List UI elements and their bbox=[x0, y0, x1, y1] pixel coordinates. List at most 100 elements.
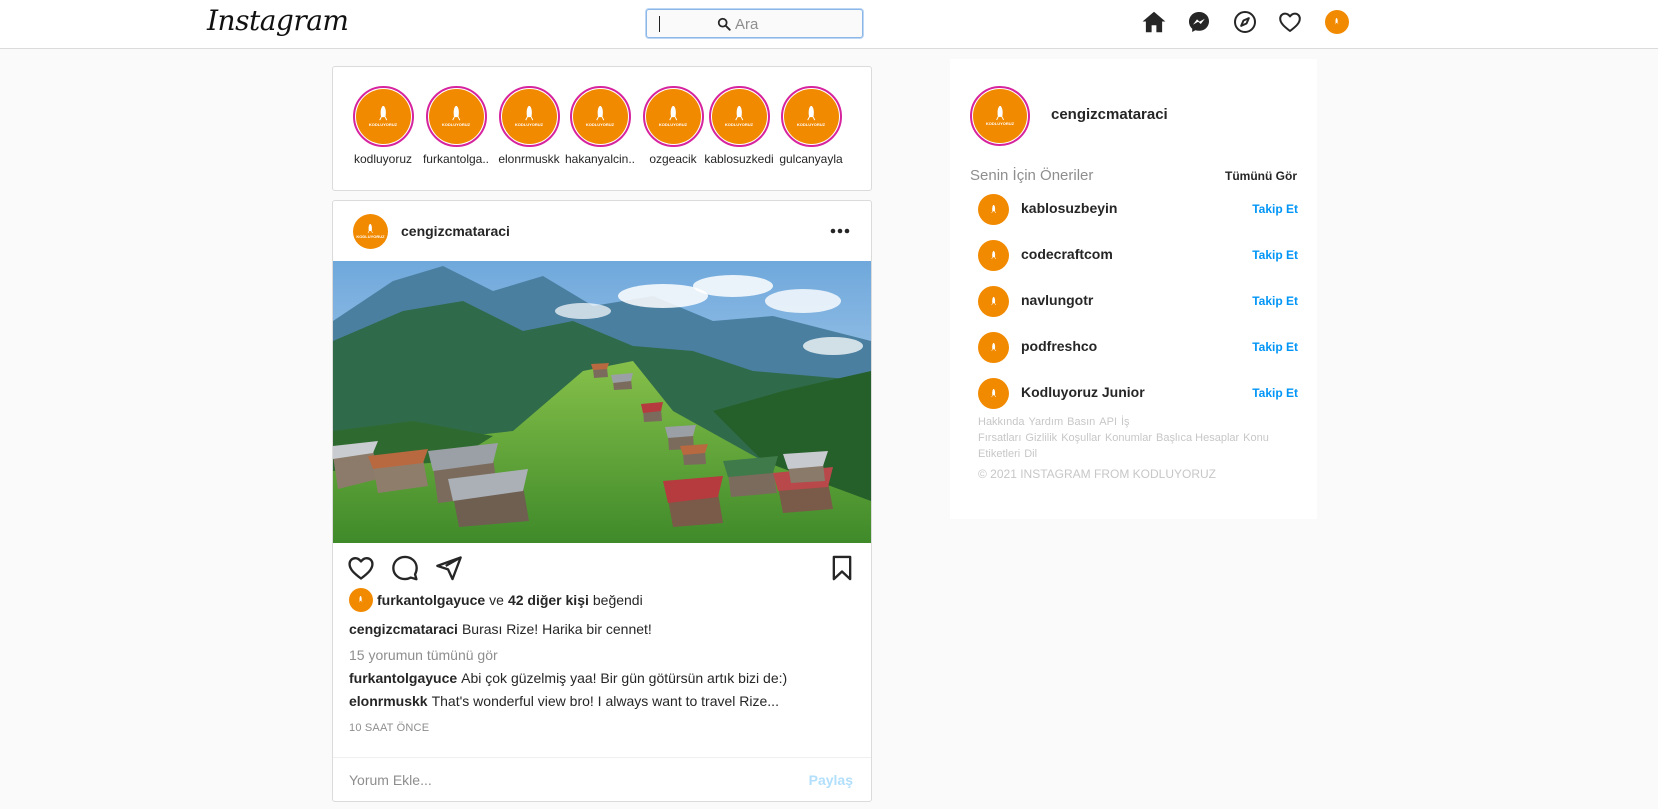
story-avatar: KODLUYORUZ bbox=[645, 89, 701, 144]
suggestion-username[interactable]: navlungotr bbox=[1021, 292, 1093, 308]
instagram-logo[interactable]: Instagram bbox=[207, 4, 349, 37]
see-all-suggestions-link[interactable]: Tümünü Gör bbox=[1225, 169, 1297, 183]
footer-link[interactable]: Dil bbox=[1024, 448, 1037, 460]
profile-avatar-icon[interactable] bbox=[1323, 8, 1351, 36]
avatar-brand-text: KODLUYORUZ bbox=[441, 121, 471, 127]
story-username: furkantolga.. bbox=[422, 152, 490, 166]
suggestion-row: Kodluyoruz Junior Takip Et bbox=[978, 378, 1298, 410]
story-username: kablosuzkedi bbox=[704, 152, 774, 166]
follow-button[interactable]: Takip Et bbox=[1252, 294, 1298, 308]
more-options-icon[interactable] bbox=[828, 221, 852, 241]
story-ring: KODLUYORUZ bbox=[352, 86, 414, 147]
caption-username[interactable]: cengizcmataraci bbox=[349, 621, 458, 637]
footer-link[interactable]: Basın bbox=[1067, 416, 1095, 428]
bookmark-icon[interactable] bbox=[828, 554, 856, 582]
avatar bbox=[1325, 10, 1349, 34]
footer-link[interactable]: Konumlar bbox=[1105, 432, 1152, 444]
text-cursor bbox=[659, 16, 660, 32]
story-ring: KODLUYORUZ bbox=[642, 86, 704, 147]
comment-text: Abi çok güzelmiş yaa! Bir gün götürsün a… bbox=[461, 670, 788, 686]
liker-username[interactable]: furkantolgayuce bbox=[377, 592, 485, 608]
story-item[interactable]: KODLUYORUZ hakanyalcin.. bbox=[560, 86, 640, 166]
footer-link[interactable]: Gizlilik bbox=[1025, 432, 1057, 444]
current-user-username[interactable]: cengizcmataraci bbox=[1051, 106, 1168, 123]
share-comment-button[interactable]: Paylaş bbox=[809, 772, 853, 788]
avatar-brand-text: KODLUYORUZ bbox=[724, 121, 754, 127]
footer-link[interactable]: Başlıca Hesaplar bbox=[1156, 432, 1239, 444]
story-item[interactable]: KODLUYORUZ kodluyoruz bbox=[343, 86, 423, 166]
comment-item: elonrmuskk That's wonderful view bro! I a… bbox=[349, 693, 779, 709]
suggestion-row: codecraftcom Takip Et bbox=[978, 240, 1298, 272]
post-photo[interactable] bbox=[333, 261, 871, 543]
post-author-username[interactable]: cengizcmataraci bbox=[401, 223, 510, 239]
likes-conjunction: ve bbox=[489, 592, 504, 608]
footer-link[interactable]: API bbox=[1099, 416, 1117, 428]
story-avatar: KODLUYORUZ bbox=[572, 89, 628, 144]
story-ring: KODLUYORUZ bbox=[708, 86, 770, 147]
messenger-icon[interactable] bbox=[1185, 8, 1213, 36]
story-ring: KODLUYORUZ bbox=[569, 86, 631, 147]
post-header: KODLUYORUZ cengizcmataraci bbox=[333, 201, 871, 261]
suggestion-username[interactable]: kablosuzbeyin bbox=[1021, 200, 1117, 216]
story-avatar: KODLUYORUZ bbox=[355, 89, 411, 144]
footer-link[interactable]: Hakkında bbox=[978, 416, 1024, 428]
home-icon[interactable] bbox=[1140, 8, 1168, 36]
story-username: elonrmuskk bbox=[498, 152, 560, 166]
avatar-brand-text: KODLUYORUZ bbox=[356, 233, 385, 239]
comment-icon[interactable] bbox=[391, 554, 419, 582]
suggestion-avatar[interactable] bbox=[978, 332, 1009, 363]
follow-button[interactable]: Takip Et bbox=[1252, 202, 1298, 216]
like-heart-icon[interactable] bbox=[347, 554, 375, 582]
current-user-avatar[interactable]: KODLUYORUZ bbox=[970, 86, 1030, 146]
copyright-text: © 2021 INSTAGRAM FROM KODLUYORUZ bbox=[978, 467, 1216, 481]
view-all-comments-link[interactable]: 15 yorumun tümünü gör bbox=[349, 647, 498, 663]
suggestion-username[interactable]: Kodluyoruz Junior bbox=[1021, 384, 1145, 400]
comment-input[interactable] bbox=[349, 770, 769, 790]
story-item[interactable]: KODLUYORUZ elonrmuskk bbox=[489, 86, 569, 166]
send-icon[interactable] bbox=[435, 554, 463, 582]
footer-links: Hakkında Yardım Basın API İş Fırsatları Gizli… bbox=[978, 414, 1288, 462]
story-ring: KODLUYORUZ bbox=[780, 86, 842, 147]
post-caption: cengizcmataraci Burası Rize! Harika bir c… bbox=[349, 621, 652, 637]
footer-link[interactable]: Yardım bbox=[1028, 416, 1063, 428]
story-item[interactable]: KODLUYORUZ furkantolga.. bbox=[416, 86, 496, 166]
search-input[interactable] bbox=[735, 14, 845, 34]
suggestion-username[interactable]: podfreshco bbox=[1021, 338, 1097, 354]
caption-text: Burası Rize! Harika bir cennet! bbox=[461, 621, 652, 637]
suggestion-username[interactable]: codecraftcom bbox=[1021, 246, 1113, 262]
follow-button[interactable]: Takip Et bbox=[1252, 340, 1298, 354]
post-actions bbox=[333, 551, 871, 587]
post-timestamp: 10 SAAT ÖNCE bbox=[349, 722, 430, 734]
explore-icon[interactable] bbox=[1231, 8, 1259, 36]
avatar-brand-text: KODLUYORUZ bbox=[796, 121, 826, 127]
story-ring: KODLUYORUZ bbox=[425, 86, 487, 147]
search-box[interactable] bbox=[646, 9, 863, 38]
comment-username[interactable]: elonrmuskk bbox=[349, 693, 428, 709]
liker-avatar[interactable] bbox=[349, 588, 373, 612]
suggestion-avatar[interactable] bbox=[978, 378, 1009, 409]
story-username: gulcanyayla bbox=[779, 152, 843, 166]
right-sidebar: KODLUYORUZ cengizcmataraci Senin İçin Ön… bbox=[950, 59, 1317, 519]
story-item[interactable]: KODLUYORUZ gulcanyayla bbox=[771, 86, 851, 166]
suggestions-title: Senin İçin Öneriler bbox=[970, 167, 1094, 184]
avatar-brand-text: KODLUYORUZ bbox=[585, 121, 615, 127]
heart-icon[interactable] bbox=[1276, 8, 1304, 36]
follow-button[interactable]: Takip Et bbox=[1252, 248, 1298, 262]
footer-link[interactable]: Koşullar bbox=[1061, 432, 1101, 444]
suggestion-avatar[interactable] bbox=[978, 194, 1009, 225]
comment-text: That's wonderful view bro! I always want… bbox=[431, 693, 779, 709]
suggestion-avatar[interactable] bbox=[978, 240, 1009, 271]
comment-item: furkantolgayuce Abi çok güzelmiş yaa! Bir… bbox=[349, 670, 787, 686]
comment-username[interactable]: furkantolgayuce bbox=[349, 670, 457, 686]
story-username: hakanyalcin.. bbox=[564, 152, 636, 166]
story-item[interactable]: KODLUYORUZ kablosuzkedi bbox=[699, 86, 779, 166]
story-avatar: KODLUYORUZ bbox=[783, 89, 839, 144]
likes-others-count[interactable]: 42 diğer kişi bbox=[508, 592, 589, 608]
stories-bar: KODLUYORUZ kodluyoruz KODLUYORUZ furkant… bbox=[332, 66, 872, 191]
follow-button[interactable]: Takip Et bbox=[1252, 386, 1298, 400]
suggestion-row: kablosuzbeyin Takip Et bbox=[978, 194, 1298, 226]
suggestion-avatar[interactable] bbox=[978, 286, 1009, 317]
post-author-avatar[interactable]: KODLUYORUZ bbox=[353, 214, 388, 249]
add-comment-bar: Paylaş bbox=[333, 757, 871, 801]
avatar-brand-text: KODLUYORUZ bbox=[985, 121, 1015, 127]
